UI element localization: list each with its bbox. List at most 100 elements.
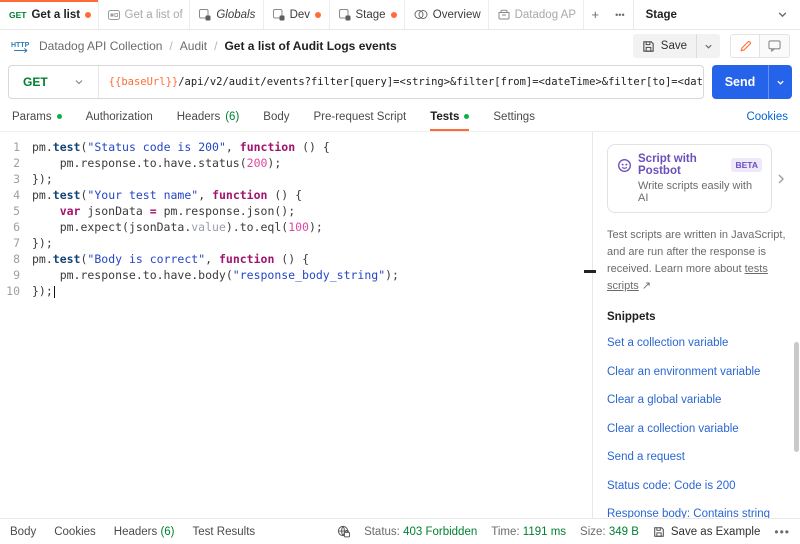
- tab-label: Headers: [177, 111, 220, 123]
- new-tab-button[interactable]: +: [584, 0, 608, 29]
- beta-badge: BETA: [731, 158, 762, 172]
- response-tab-test-results[interactable]: Test Results: [193, 526, 256, 538]
- line-number: 7: [0, 235, 32, 251]
- code-line[interactable]: 9 pm.response.to.have.body("response_bod…: [0, 267, 592, 283]
- response-status-bar: Body Cookies Headers (6) Test Results Statu…: [0, 518, 800, 544]
- code-text: pm.expect(jsonData.value).to.eql(100);: [32, 219, 323, 235]
- tab-headers[interactable]: Headers(6): [177, 102, 240, 131]
- tab-label: Globals: [216, 9, 255, 21]
- tab-label: Get a list of: [125, 9, 183, 21]
- save-button[interactable]: Save: [633, 34, 720, 58]
- code-line[interactable]: 4pm.test("Your test name", function () {: [0, 187, 592, 203]
- chevron-right-icon[interactable]: [776, 173, 786, 185]
- cookies-link[interactable]: Cookies: [746, 111, 788, 123]
- send-button[interactable]: Send: [712, 65, 792, 99]
- send-button-label: Send: [712, 65, 768, 99]
- method-selector[interactable]: GET: [9, 66, 99, 98]
- app-tab-stage[interactable]: Stage: [330, 0, 405, 29]
- snippet-link[interactable]: Set a collection variable: [607, 336, 786, 352]
- code-line[interactable]: 3});: [0, 171, 592, 187]
- snippets-list: Set a collection variable Clear an enviro…: [607, 336, 786, 518]
- tab-params[interactable]: Params: [12, 102, 62, 131]
- edit-comment-segment: [730, 34, 790, 58]
- tab-tests[interactable]: Tests: [430, 102, 469, 131]
- size-metric[interactable]: Size: 349 B: [580, 526, 639, 538]
- app-tab-get-a-list[interactable]: GETGet a list: [0, 0, 99, 29]
- tests-code-editor[interactable]: 1pm.test("Status code is 200", function …: [0, 132, 592, 518]
- code-text: var jsonData = pm.response.json();: [32, 203, 295, 219]
- app-tab-globals[interactable]: Globals: [190, 0, 263, 29]
- code-line[interactable]: 2 pm.response.to.have.status(200);: [0, 155, 592, 171]
- save-as-example-button[interactable]: Save as Example: [653, 526, 761, 538]
- tests-description: Test scripts are written in JavaScript, …: [607, 227, 786, 295]
- line-number: 5: [0, 203, 32, 219]
- tab-label: Body: [263, 111, 289, 123]
- time-metric[interactable]: Time: 1191 ms: [491, 526, 566, 538]
- line-number: 1: [0, 139, 32, 155]
- code-line[interactable]: 6 pm.expect(jsonData.value).to.eql(100);: [0, 219, 592, 235]
- edit-request-button[interactable]: [730, 34, 760, 58]
- code-line[interactable]: 1pm.test("Status code is 200", function …: [0, 139, 592, 155]
- url-path: /api/v2/audit/events?filter[query]=<stri…: [178, 76, 703, 88]
- tab-label: Dev: [290, 9, 310, 21]
- header-actions: Save: [633, 34, 790, 58]
- snippet-link[interactable]: Clear a global variable: [607, 393, 786, 409]
- breadcrumb-request-name[interactable]: Get a list of Audit Logs events: [224, 39, 396, 53]
- snippet-link[interactable]: Clear a collection variable: [607, 422, 786, 438]
- size-value: 349 B: [609, 526, 639, 538]
- save-icon: [642, 40, 655, 53]
- line-number: 8: [0, 251, 32, 267]
- sidebar-scrollbar[interactable]: [794, 342, 799, 452]
- response-tab-label: Test Results: [193, 526, 256, 538]
- tab-pre-request-script[interactable]: Pre-request Script: [314, 102, 407, 131]
- line-number: 10: [0, 283, 32, 299]
- breadcrumb-separator: /: [214, 39, 217, 53]
- send-options-chevron[interactable]: [768, 65, 792, 99]
- tab-body[interactable]: Body: [263, 102, 289, 131]
- chevron-down-icon: [74, 77, 84, 87]
- snippet-link[interactable]: Response body: Contains string: [607, 507, 786, 518]
- ssl-globe-lock-icon: [337, 525, 350, 538]
- chevron-down-icon: [777, 9, 788, 20]
- status-metric[interactable]: Status: 403 Forbidden: [364, 526, 477, 538]
- tab-label: Get a list: [31, 9, 80, 21]
- save-button-label: Save: [661, 40, 687, 52]
- app-tab-datadog-ap[interactable]: Datadog AP: [489, 0, 584, 29]
- snippets-title: Snippets: [607, 311, 786, 323]
- code-line[interactable]: 10});: [0, 283, 592, 299]
- breadcrumb-collection[interactable]: Datadog API Collection: [39, 39, 162, 53]
- app-tab-overview[interactable]: Overview: [405, 0, 489, 29]
- response-tab-cookies[interactable]: Cookies: [54, 526, 96, 538]
- external-link-icon: ↗: [642, 280, 651, 292]
- comments-button[interactable]: [760, 34, 790, 58]
- postbot-card[interactable]: Script with Postbot BETA Write scripts e…: [607, 144, 772, 213]
- url-input[interactable]: {{baseUrl}}/api/v2/audit/events?filter[q…: [99, 76, 703, 88]
- status-label: Status:: [364, 526, 400, 538]
- overview-icon: [414, 9, 428, 20]
- environment-selector[interactable]: Stage: [633, 0, 800, 29]
- environment-icon: [273, 9, 285, 21]
- snippet-link[interactable]: Send a request: [607, 450, 786, 466]
- code-line[interactable]: 7});: [0, 235, 592, 251]
- app-tab-dev[interactable]: Dev: [264, 0, 330, 29]
- tab-settings[interactable]: Settings: [493, 102, 535, 131]
- tab-label: Authorization: [86, 111, 153, 123]
- save-options-chevron[interactable]: [696, 34, 720, 58]
- response-tab-body[interactable]: Body: [10, 526, 36, 538]
- code-line[interactable]: 8pm.test("Body is correct", function () …: [0, 251, 592, 267]
- tab-strip: GETGet a list Get a list of Globals Dev Stag…: [0, 0, 800, 30]
- tab-options-button[interactable]: •••: [607, 0, 632, 29]
- tab-authorization[interactable]: Authorization: [86, 102, 153, 131]
- response-tab-headers[interactable]: Headers (6): [114, 526, 175, 538]
- save-as-example-label: Save as Example: [671, 526, 761, 538]
- snippet-link[interactable]: Status code: Code is 200: [607, 479, 786, 495]
- more-options-button[interactable]: •••: [774, 525, 790, 539]
- app-tab-get-a-list-of[interactable]: Get a list of: [99, 0, 191, 29]
- snippet-link[interactable]: Clear an environment variable: [607, 365, 786, 381]
- tab-label: Datadog AP: [515, 9, 576, 21]
- size-label: Size:: [580, 526, 606, 538]
- tab-label: Tests: [430, 111, 459, 123]
- code-line[interactable]: 5 var jsonData = pm.response.json();: [0, 203, 592, 219]
- main-area: 1pm.test("Status code is 200", function …: [0, 132, 800, 518]
- breadcrumb-folder[interactable]: Audit: [180, 39, 207, 53]
